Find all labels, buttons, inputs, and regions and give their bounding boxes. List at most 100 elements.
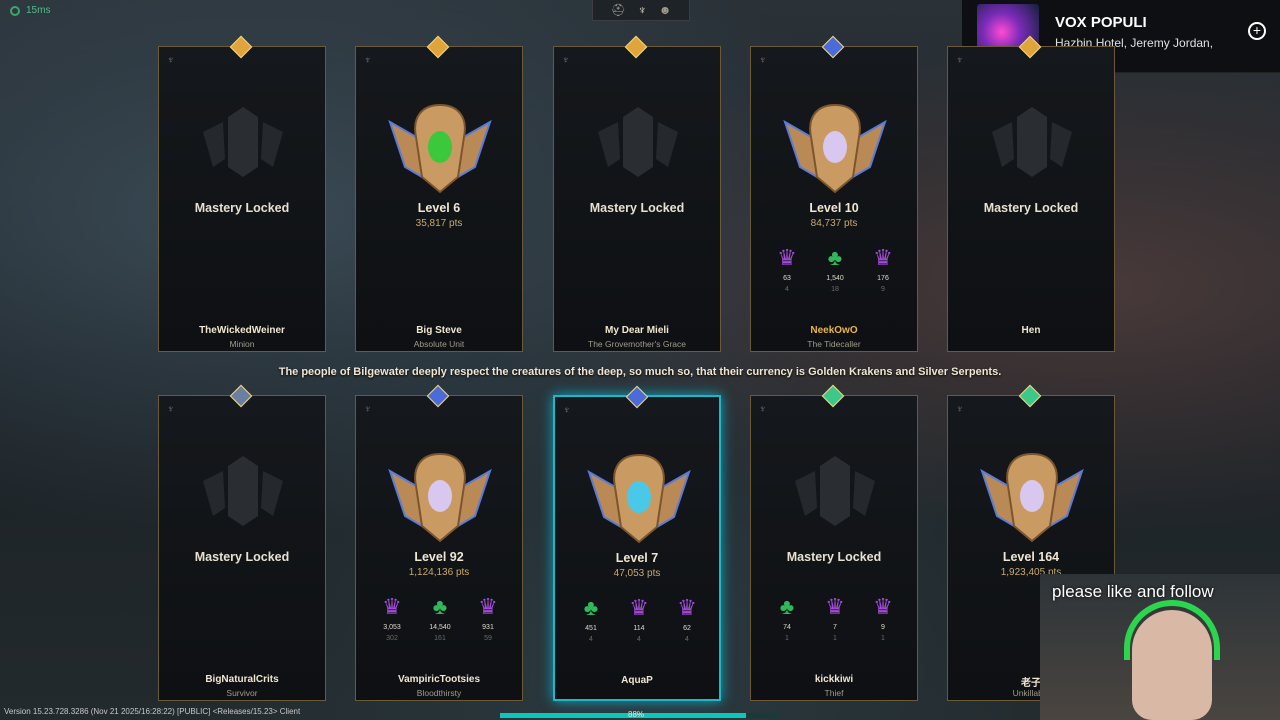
rank-gem-icon: [229, 35, 253, 59]
mark-sub-value: 9: [881, 286, 885, 293]
ping-indicator: 15ms: [10, 5, 50, 16]
mark-stat: ♣ 451 4: [571, 595, 611, 655]
green-mark-icon: ♣: [827, 245, 843, 270]
mark-stat: ♛ 176 9: [863, 245, 903, 305]
purple-mark-icon: ♛: [873, 594, 893, 619]
rank-gem-icon: [426, 384, 450, 408]
green-mark-icon: ♣: [583, 595, 599, 620]
player-name: Big Steve: [416, 325, 462, 336]
mark-stat: ♣ 14,540 161: [420, 594, 460, 654]
mark-value: 62: [683, 625, 691, 632]
mark-sub-value: 1: [881, 635, 885, 642]
mastery-card[interactable]: ♆ Level 6 35,817 pts Big Steve Absolute Unit: [355, 35, 523, 352]
mastery-level: Level 10: [809, 201, 859, 215]
mastery-level: Level 7: [615, 551, 659, 565]
profile-icon[interactable]: ☻: [659, 3, 672, 17]
rank-gem-icon: [821, 384, 845, 408]
mastery-level: Level 92: [414, 550, 464, 564]
rank-gem-icon: [426, 35, 450, 59]
mark-stats: ♛ 3,053 302 ♣ 14,540 161 ♛ 931 59: [372, 594, 508, 654]
mastery-card[interactable]: ♆ Mastery Locked BigNaturalCrits Survivor: [158, 384, 326, 701]
headset-icon: [1124, 600, 1220, 660]
mark-sub-value: 161: [434, 635, 446, 642]
mastery-points: 35,817 pts: [415, 218, 463, 229]
banner-icon: ♆: [167, 55, 175, 66]
player-name: My Dear Mieli: [605, 325, 669, 336]
purple-mark-icon: ♛: [825, 594, 845, 619]
loading-tip: The people of Bilgewater deeply respect …: [278, 366, 1002, 378]
mastery-card[interactable]: ♆ Mastery Locked Hen: [947, 35, 1115, 352]
player-title: Survivor: [226, 688, 258, 698]
mark-value: 176: [877, 275, 889, 282]
player-name: VampiricTootsies: [397, 674, 481, 685]
purple-mark-icon: ♛: [629, 595, 649, 620]
progress-label: 88%: [628, 710, 645, 719]
purple-mark-icon: ♛: [777, 245, 797, 270]
banner-icon: ♆: [167, 404, 175, 415]
mastery-card[interactable]: ♆ Level 7 47,053 pts ♣ 451 4 ♛ 114 4 ♛ 62 4 AquaP: [553, 385, 721, 701]
rank-gem-icon: [624, 35, 648, 59]
rank-gem-icon: [229, 384, 253, 408]
mastery-crest-icon: [388, 452, 492, 543]
player-title: The Tidecaller: [807, 339, 861, 349]
mark-sub-value: 4: [637, 636, 641, 643]
locked-crest-icon: [795, 456, 875, 526]
locked-crest-icon: [203, 456, 283, 526]
mastery-card[interactable]: ♆ Mastery Locked ♣ 74 1 ♛ 7 1 ♛ 9 1 kickkiwi Thief: [750, 384, 918, 701]
player-name: TheWickedWeiner: [199, 325, 285, 336]
rank-gem-icon: [625, 385, 649, 409]
mastery-card[interactable]: ♆ Mastery Locked My Dear Mieli The Grovemot…: [553, 35, 721, 352]
mark-value: 1,540: [826, 275, 844, 282]
helmet-icon[interactable]: ⛑: [611, 3, 626, 17]
mark-sub-value: 4: [685, 636, 689, 643]
mark-stat: ♛ 63 4: [767, 245, 807, 305]
locked-crest-icon: [598, 107, 678, 177]
mark-sub-value: 1: [785, 635, 789, 642]
banner-icon: ♆: [364, 55, 372, 66]
purple-mark-icon: ♛: [382, 594, 402, 619]
rank-gem-icon: [821, 35, 845, 59]
mark-value: 114: [633, 625, 645, 632]
purple-mark-icon: ♛: [873, 245, 893, 270]
player-title: Bloodthirsty: [416, 688, 462, 698]
mastery-card[interactable]: ♆ Level 10 84,737 pts ♛ 63 4 ♣ 1,540 18 ♛ 176 9 Neek…: [750, 35, 918, 352]
mark-value: 14,540: [429, 624, 451, 631]
progress-fill: [500, 713, 747, 718]
add-icon[interactable]: +: [1248, 22, 1266, 40]
mastery-points: 84,737 pts: [810, 218, 858, 229]
mark-value: 451: [585, 625, 597, 632]
mastery-status: Mastery Locked: [194, 201, 290, 215]
mark-value: 3,053: [383, 624, 401, 631]
mark-stats: ♣ 451 4 ♛ 114 4 ♛ 62 4: [571, 595, 707, 655]
webcam-overlay: please like and follow: [1040, 574, 1280, 720]
mark-stats: ♣ 74 1 ♛ 7 1 ♛ 9 1: [767, 594, 903, 654]
player-name: Hen: [1021, 325, 1041, 336]
mark-value: 931: [482, 624, 494, 631]
mark-sub-value: 18: [831, 286, 839, 293]
banner-icon: ♆: [562, 55, 570, 66]
green-mark-icon: ♣: [779, 594, 795, 619]
banner-icon: ♆: [956, 55, 964, 66]
banner-icon: ♆: [563, 405, 571, 416]
mastery-crest-icon[interactable]: ♆: [638, 3, 647, 17]
banner-icon: ♆: [759, 55, 767, 66]
mastery-card[interactable]: ♆ Mastery Locked TheWickedWeiner Minion: [158, 35, 326, 352]
mastery-level: Level 6: [417, 201, 461, 215]
mastery-card[interactable]: ♆ Level 92 1,124,136 pts ♛ 3,053 302 ♣ 14,540 16…: [355, 384, 523, 701]
mark-stat: ♛ 9 1: [863, 594, 903, 654]
mastery-crest-icon: [587, 453, 691, 544]
mark-sub-value: 302: [386, 635, 398, 642]
mark-stat: ♛ 114 4: [619, 595, 659, 655]
mark-value: 74: [783, 624, 791, 631]
mastery-points: 47,053 pts: [613, 568, 661, 579]
mark-stat: ♣ 74 1: [767, 594, 807, 654]
player-title: Thief: [824, 688, 844, 698]
purple-mark-icon: ♛: [478, 594, 498, 619]
mark-stat: ♣ 1,540 18: [815, 245, 855, 305]
mark-value: 63: [783, 275, 791, 282]
rank-gem-icon: [1018, 384, 1042, 408]
mastery-crest-icon: [980, 452, 1084, 543]
track-title: VOX POPULI: [1055, 14, 1147, 31]
version-text: Version 15.23.728.3286 (Nov 21 2025/16:2…: [4, 707, 301, 716]
view-tabs: ⛑ ♆ ☻: [592, 0, 690, 21]
